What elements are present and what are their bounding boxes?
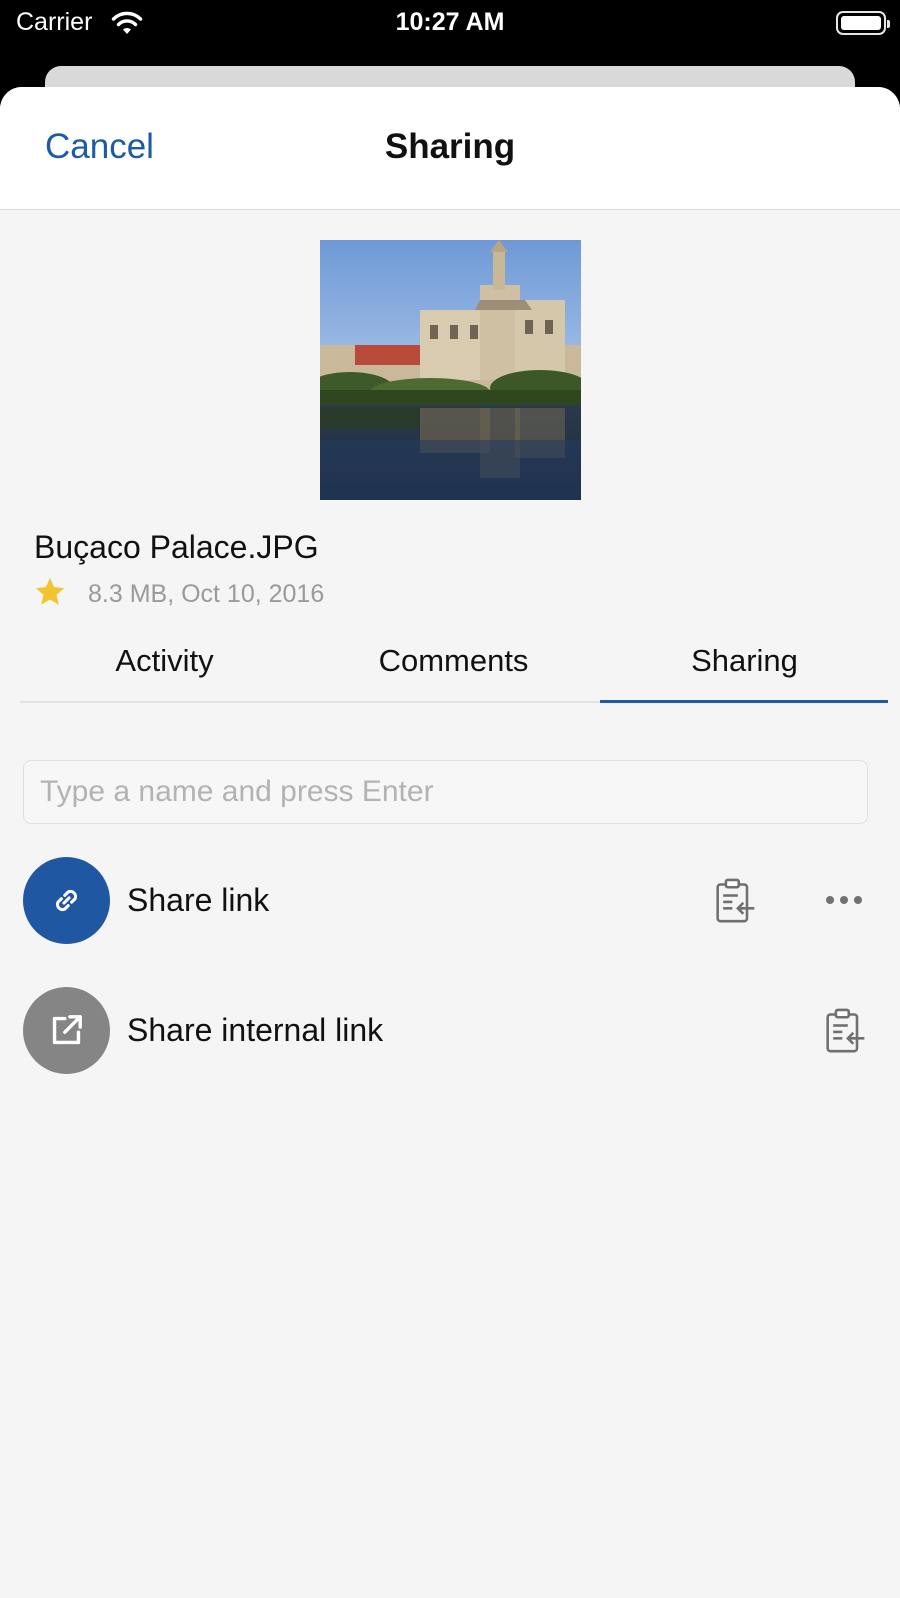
link-icon [55, 889, 78, 912]
more-icon[interactable] [822, 889, 866, 911]
page-title: Sharing [384, 127, 516, 166]
link-avatar [23, 857, 110, 944]
sharing-sheet: Cancel Sharing Buçaco Palace.JPG 8.3 MB,… [0, 87, 900, 1598]
photo-thumbnail [320, 240, 581, 500]
copy-icon[interactable] [714, 877, 758, 925]
tab-comments[interactable]: Comments [309, 627, 598, 703]
clock: 10:27 AM [395, 8, 505, 36]
name-input[interactable] [24, 761, 867, 823]
share-link-row[interactable]: Share link [0, 855, 900, 945]
search-field [23, 760, 868, 824]
tab-sharing[interactable]: Sharing [600, 627, 889, 703]
copy-icon[interactable] [824, 1007, 868, 1055]
internal-link-avatar [23, 987, 110, 1074]
tab-activity[interactable]: Activity [20, 627, 309, 703]
share-internal-link-row[interactable]: Share internal link [0, 985, 900, 1075]
file-name: Buçaco Palace.JPG [34, 529, 319, 565]
file-meta: 8.3 MB, Oct 10, 2016 [88, 580, 325, 608]
external-link-icon [52, 1015, 82, 1045]
active-tab-indicator [600, 700, 888, 703]
star-icon[interactable] [32, 575, 68, 609]
share-internal-link-label: Share internal link [127, 1012, 384, 1048]
nav-bar: Cancel Sharing [0, 87, 900, 210]
share-link-label: Share link [127, 882, 270, 918]
status-bar: Carrier 10:27 AM [0, 0, 900, 48]
tab-bar: Activity Comments Sharing [20, 627, 888, 703]
battery-icon [836, 11, 890, 35]
